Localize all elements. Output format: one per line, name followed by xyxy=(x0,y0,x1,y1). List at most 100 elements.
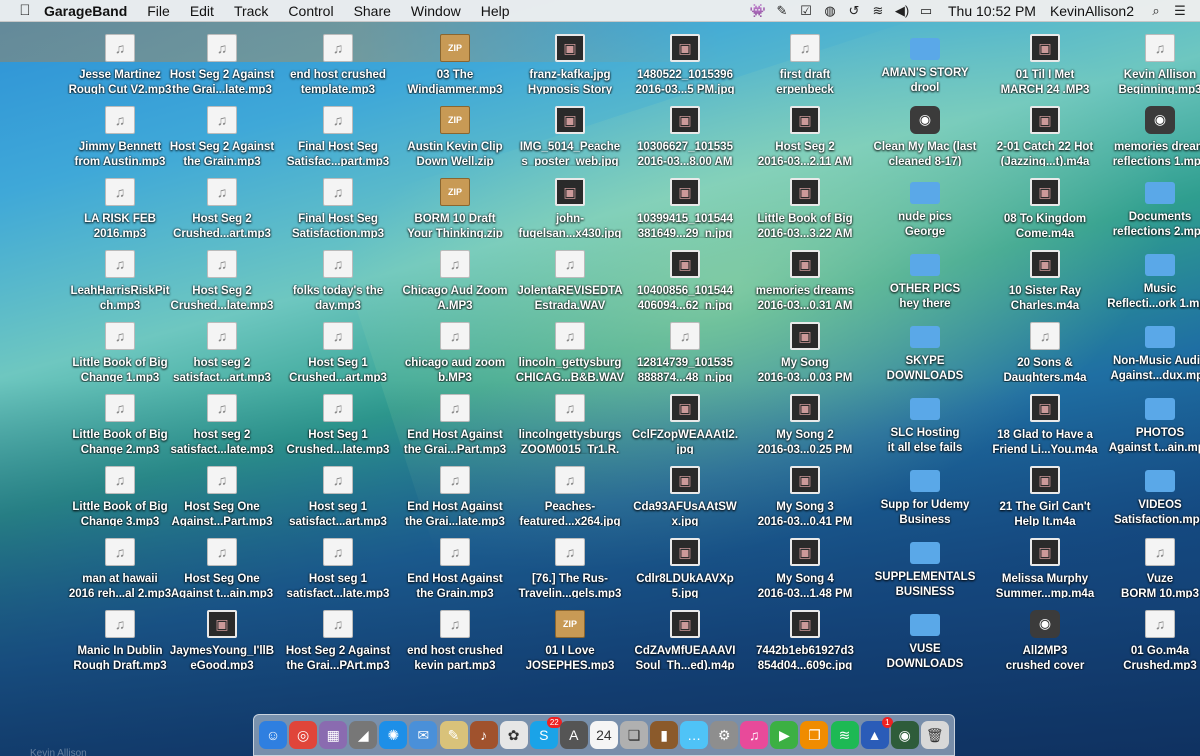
desktop-file[interactable]: ♫ Host seg 1 satisfact...late.mp3 xyxy=(278,526,398,598)
desktop-file[interactable]: ▣ IMG_5014_Peache s_poster_web.jpg xyxy=(510,94,630,166)
desktop-file[interactable]: ZIP Austin Kevin Clip Down Well.zip xyxy=(395,94,515,166)
desktop-file[interactable]: ♫ 20 Sons & Daughters.m4a xyxy=(985,310,1105,382)
pen-icon[interactable]: ✎ xyxy=(770,0,794,22)
desktop-file[interactable]: ♫ Host Seg 2 Crushed...late.mp3 xyxy=(162,238,282,310)
desktop-file[interactable]: ♫ Host Seg 2 Against the Grai...PArt.mp3 xyxy=(278,598,398,670)
desktop-file[interactable]: ▣ My Song 3 2016-03...0.41 PM xyxy=(745,454,865,526)
desktop-file[interactable]: nude pics George xyxy=(865,166,985,238)
menu-control[interactable]: Control xyxy=(278,0,343,22)
desktop-file[interactable]: ♫ Final Host Seg Satisfaction.mp3 xyxy=(278,166,398,238)
desktop-file[interactable]: ▣ Melissa Murphy Summer...mp.m4a xyxy=(985,526,1105,598)
desktop-file[interactable]: ♫ chicago aud zoom b.MP3 xyxy=(395,310,515,382)
desktop-file[interactable]: Supp for Udemy Business xyxy=(865,454,985,526)
desktop-file[interactable]: ♫ Host Seg 1 Crushed...art.mp3 xyxy=(278,310,398,382)
desktop-file[interactable]: ▣ My Song 2016-03...0.03 PM xyxy=(745,310,865,382)
desktop-file[interactable]: Non-Music Audio Against...dux.mp3 xyxy=(1100,310,1200,382)
desktop-file[interactable]: ♫ Host Seg One Against...Part.mp3 xyxy=(162,454,282,526)
volume-icon[interactable]: ◀) xyxy=(890,0,914,22)
desktop-file[interactable]: ▣ 10400856_101544 406094...62_n.jpg xyxy=(625,238,745,310)
menu-share[interactable]: Share xyxy=(344,0,401,22)
desktop-file[interactable]: ♫ [76.] The Rus- Travelin...gels.mp3 xyxy=(510,526,630,598)
photos-icon[interactable]: ✿ xyxy=(499,721,528,749)
wifi-icon[interactable]: ≋ xyxy=(866,0,890,22)
desktop-file[interactable]: ♫ JolentaREVISEDTA Estrada.WAV xyxy=(510,238,630,310)
notification-center-icon[interactable]: ☰ xyxy=(1168,0,1192,22)
desktop-file[interactable]: ▣ Little Book of Big 2016-03...3.22 AM xyxy=(745,166,865,238)
desktop-file[interactable]: ♫ Host Seg 2 Against the Grain.mp3 xyxy=(162,94,282,166)
desktop-file[interactable]: Music Reflecti...ork 1.mp3 xyxy=(1100,238,1200,310)
time-machine-icon[interactable]: ↺ xyxy=(842,0,866,22)
desktop-file[interactable]: ♫ 01 Go.m4a Crushed.mp3 xyxy=(1100,598,1200,670)
circle-dash-icon[interactable]: ◍ xyxy=(818,0,842,22)
battery-icon[interactable]: ▭ xyxy=(914,0,938,22)
desktop-file[interactable]: ▣ 21 The Girl Can't Help It.m4a xyxy=(985,454,1105,526)
desktop-file[interactable]: VUSE DOWNLOADS xyxy=(865,598,985,670)
desktop-file[interactable]: ▣ franz-kafka.jpg Hypnosis Story xyxy=(510,22,630,94)
skype-icon[interactable]: S 22 xyxy=(529,717,562,749)
desktop-file[interactable]: ▣ JaymesYoung_I'llB eGood.mp3 xyxy=(162,598,282,670)
menu-edit[interactable]: Edit xyxy=(180,0,224,22)
menu-file[interactable]: File xyxy=(137,0,180,22)
archive-icon[interactable]: ▦ xyxy=(319,721,348,749)
messages-icon[interactable]: … xyxy=(680,721,709,749)
desktop-file[interactable]: ▣ Host Seg 2 2016-03...2.11 AM xyxy=(745,94,865,166)
desktop-file[interactable]: ZIP 01 I Love JOSEPHES.mp3 xyxy=(510,598,630,670)
alien-icon[interactable]: 👾 xyxy=(746,0,770,22)
finder-icon[interactable]: ☺ xyxy=(259,721,288,749)
desktop-file[interactable]: ♫ end host crushed template.mp3 xyxy=(278,22,398,94)
desktop-file[interactable]: ♫ Final Host Seg Satisfac...part.mp3 xyxy=(278,94,398,166)
desktop-file[interactable]: ♫ host seg 2 satisfact...art.mp3 xyxy=(162,310,282,382)
desktop-file[interactable]: ▣ Cda93AFUsAAtSW x.jpg xyxy=(625,454,745,526)
desktop-file[interactable]: ♫ end host crushed kevin part.mp3 xyxy=(395,598,515,670)
desktop-file[interactable]: SLC Hosting it all else fails xyxy=(865,382,985,454)
desktop-file[interactable]: ◉ All2MP3 crushed cover xyxy=(985,598,1105,670)
desktop-file[interactable]: ZIP 03 The Windjammer.mp3 xyxy=(395,22,515,94)
desktop-file[interactable]: ♫ End Host Against the Grai...Part.mp3 xyxy=(395,382,515,454)
desktop-file[interactable]: ♫ Vuze BORM 10.mp3 xyxy=(1100,526,1200,598)
calendar-icon[interactable]: 24 xyxy=(589,721,618,749)
desktop-file[interactable]: ZIP BORM 10 Draft Your Thinking.zip xyxy=(395,166,515,238)
search-icon[interactable]: ⌕ xyxy=(1144,0,1168,22)
desktop-file[interactable]: SUPPLEMENTALS BUSINESS xyxy=(865,526,985,598)
desktop-file[interactable]: Documents reflections 2.mp3 xyxy=(1100,166,1200,238)
desktop-file[interactable]: ♫ first draft erpenbeck xyxy=(745,22,865,94)
desktop-file[interactable]: PHOTOS Against t...ain.mp3 xyxy=(1100,382,1200,454)
desktop-file[interactable]: OTHER PICS hey there xyxy=(865,238,985,310)
user-menu[interactable]: KevinAllison2 xyxy=(1046,3,1144,19)
desktop-file[interactable]: ▣ memories dreams 2016-03...0.31 AM xyxy=(745,238,865,310)
desktop-file[interactable]: ♫ End Host Against the Grai...late.mp3 xyxy=(395,454,515,526)
desktop-file[interactable]: ▣ 7442b1eb61927d3 854d04...609c.jpg xyxy=(745,598,865,670)
clock[interactable]: Thu 10:52 PM xyxy=(938,3,1046,19)
facetime-icon[interactable]: ▶ xyxy=(770,721,799,749)
apple-icon[interactable]:  xyxy=(10,2,40,19)
desktop-file[interactable]: ◉ memories dream reflections 1.mp3 xyxy=(1100,94,1200,166)
desktop-file[interactable]: ▣ My Song 2 2016-03...0.25 PM xyxy=(745,382,865,454)
itunes-icon[interactable]: ♫ xyxy=(740,721,769,749)
desktop-file[interactable]: VIDEOS Satisfaction.mp3 xyxy=(1100,454,1200,526)
desktop-file[interactable]: ♫ End Host Against the Grain.mp3 xyxy=(395,526,515,598)
safari-icon[interactable]: ✺ xyxy=(379,721,408,749)
desktop-file[interactable]: ♫ Chicago Aud Zoom A.MP3 xyxy=(395,238,515,310)
desktop-file[interactable]: ▣ 18 Glad to Have a Friend Li...You.m4a xyxy=(985,382,1105,454)
desktop-file[interactable]: ▣ 08 To Kingdom Come.m4a xyxy=(985,166,1105,238)
desktop-file[interactable]: ▣ 1480522_1015396 2016-03...5 PM.jpg xyxy=(625,22,745,94)
mail-icon[interactable]: ✉ xyxy=(409,721,438,749)
speaker-icon[interactable]: ◢ xyxy=(349,721,378,749)
spotify-icon[interactable]: ≋ xyxy=(830,721,859,749)
desktop-file[interactable]: ♫ Host Seg One Against t...ain.mp3 xyxy=(162,526,282,598)
desktop-file[interactable]: ♫ host seg 2 satisfact...late.mp3 xyxy=(162,382,282,454)
desktop-file[interactable]: ♫ Host Seg 2 Crushed...art.mp3 xyxy=(162,166,282,238)
desktop-file[interactable]: ♫ Peaches- featured...x264.jpg xyxy=(510,454,630,526)
desktop-file[interactable]: ▣ john- fugelsan...x430.jpg xyxy=(510,166,630,238)
checklist-icon[interactable]: ☑ xyxy=(794,0,818,22)
desktop-file[interactable]: ♫ Host Seg 1 Crushed...late.mp3 xyxy=(278,382,398,454)
desktop-file[interactable]: ▣ 10399415_101544 381649...29_n.jpg xyxy=(625,166,745,238)
app-store-icon[interactable]: A xyxy=(559,721,588,749)
desktop-file[interactable]: ♫ Host Seg 2 Against the Grai...late.mp3 xyxy=(162,22,282,94)
trash-icon[interactable]: 🗑 xyxy=(920,721,949,749)
desktop-file[interactable]: ♫ Host seg 1 satisfact...art.mp3 xyxy=(278,454,398,526)
desktop-file[interactable]: ▣ CdZAvMfUEAAAVI Soul_Th...ed).m4p xyxy=(625,598,745,670)
chrome-icon[interactable]: ◎ xyxy=(289,721,318,749)
desktop-file[interactable]: ◉ Clean My Mac (last cleaned 8-17) xyxy=(865,94,985,166)
desktop-file[interactable]: ♫ lincolngettysburgs ZOOM0015_Tr1.R. xyxy=(510,382,630,454)
